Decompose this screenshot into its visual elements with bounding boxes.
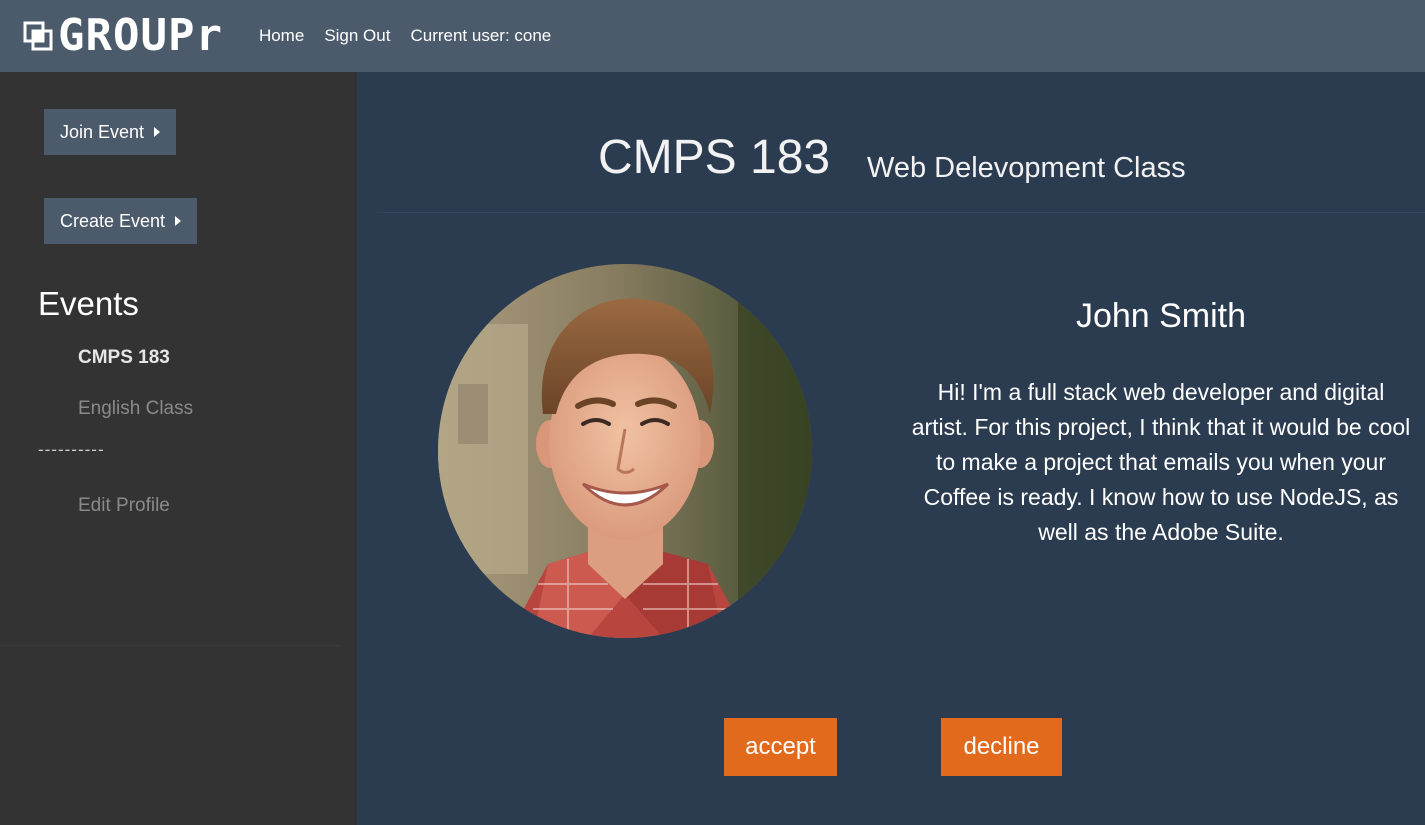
create-event-label: Create Event [60,210,166,231]
sidebar-item-edit-profile[interactable]: Edit Profile [78,495,170,517]
sidebar-item-english-class[interactable]: English Class [78,398,193,420]
logo[interactable]: GROUPr [22,0,223,72]
logo-text: GROUPr [58,10,223,61]
current-user-label: Current user: cone [410,26,552,45]
event-title: CMPS 183 [598,131,831,184]
main-content: CMPS 183 Web Delevopment Class John Smit… [357,72,1425,825]
person-name: John Smith [1075,297,1247,335]
profile-photo-illustration [438,264,812,638]
events-heading: Events [38,285,139,322]
decline-button[interactable]: decline [941,718,1062,776]
join-event-button[interactable]: Join Event [44,109,177,155]
profile-photo [438,264,812,638]
nav-home-link[interactable]: Home [259,26,304,46]
group-squares-icon [23,21,53,51]
sidebar-divider [0,645,340,646]
person-bio: Hi! I'm a full stack web developer and d… [911,379,1411,545]
top-navbar: GROUPr Home Sign Out Current user: cone [0,0,1425,72]
nav-sign-out-link[interactable]: Sign Out [324,26,390,46]
caret-right-icon [154,127,161,137]
sidebar-item-cmps-183[interactable]: CMPS 183 [78,347,170,369]
caret-right-icon [175,216,182,226]
sidebar-separator: ---------- [38,440,105,459]
join-event-label: Join Event [60,121,145,142]
sidebar: Join Event Create Event Events CMPS 183 … [0,72,357,825]
create-event-button[interactable]: Create Event [44,198,198,244]
event-subtitle: Web Delevopment Class [867,152,1186,184]
title-divider [377,212,1425,213]
accept-button[interactable]: accept [724,718,837,776]
